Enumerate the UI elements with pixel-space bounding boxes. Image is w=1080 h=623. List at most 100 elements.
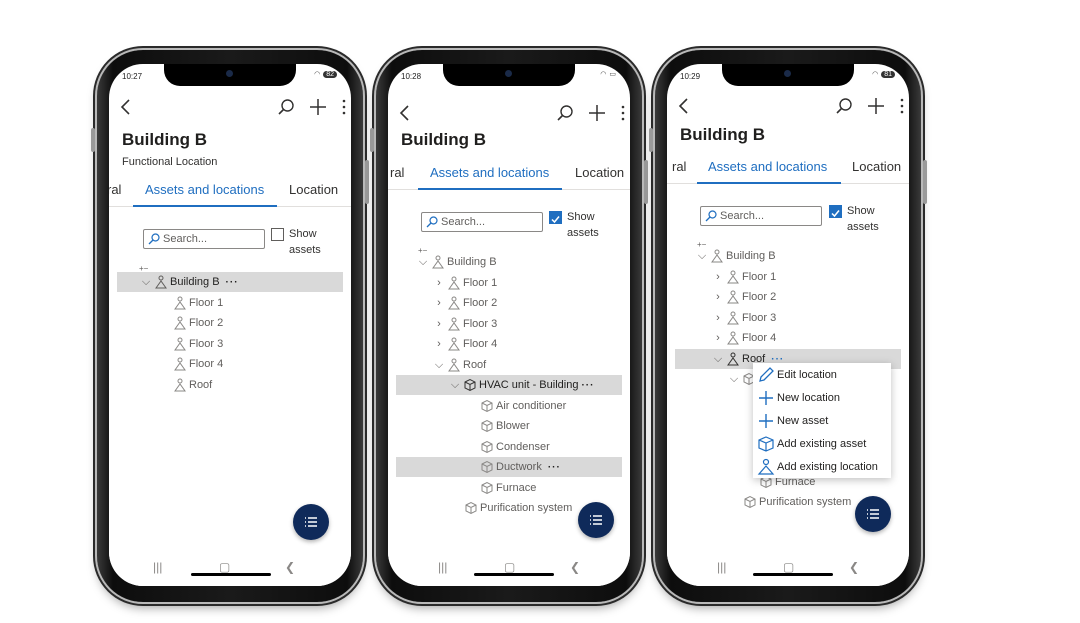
tab-location[interactable]: Location <box>575 165 624 180</box>
recent-apps-icon[interactable]: ||| <box>438 560 447 574</box>
tab-location[interactable]: Location <box>289 182 338 197</box>
back-button[interactable] <box>677 97 689 120</box>
more-options-icon[interactable]: ··· <box>581 380 594 391</box>
tree-row-label: Furnace <box>496 482 537 494</box>
tree-row[interactable]: › Floor 4 <box>396 334 622 354</box>
chevron-down-icon[interactable]: ⌵ <box>418 256 428 269</box>
box-icon <box>744 495 756 509</box>
tab-assets-and-locations[interactable]: Assets and locations <box>145 182 264 197</box>
tree-row-label: Floor 1 <box>189 297 224 309</box>
tab-location[interactable]: Location <box>852 159 901 174</box>
android-navbar: ||| ▢ ❮ <box>667 550 909 586</box>
chevron-right-icon[interactable]: › <box>713 271 723 283</box>
box-icon <box>464 378 476 392</box>
list-fab-button[interactable] <box>293 504 329 540</box>
tree-row[interactable]: Floor 1 <box>117 293 343 313</box>
chevron-right-icon[interactable]: › <box>434 297 444 309</box>
more-vertical-icon[interactable] <box>341 98 347 121</box>
chevron-right-icon[interactable]: › <box>713 312 723 324</box>
tree-row[interactable]: ⌵ Building B ··· <box>117 272 343 292</box>
chevron-down-icon[interactable]: ⌵ <box>729 373 739 386</box>
menu-item-new-location[interactable]: New location <box>753 386 891 409</box>
tab-general[interactable]: ral <box>109 182 121 197</box>
list-fab-button[interactable] <box>855 496 891 532</box>
chevron-right-icon[interactable]: › <box>713 332 723 344</box>
home-icon[interactable]: ▢ <box>504 560 515 574</box>
nav-back-icon[interactable]: ❮ <box>285 560 295 574</box>
tree-row[interactable]: Furnace <box>396 478 622 498</box>
tree-row[interactable]: Condenser <box>396 437 622 457</box>
home-icon[interactable]: ▢ <box>783 560 794 574</box>
tab-bar: ral Assets and locations Location <box>667 153 909 184</box>
notch <box>443 64 575 86</box>
search-icon[interactable] <box>277 98 295 121</box>
tree-row[interactable]: Floor 2 <box>117 313 343 333</box>
chevron-down-icon[interactable]: ⌵ <box>697 250 707 263</box>
add-icon[interactable] <box>867 97 885 120</box>
home-icon[interactable]: ▢ <box>219 560 230 574</box>
tree-row[interactable]: ⌵ Roof <box>396 355 622 375</box>
tree-row[interactable]: ⌵ Building B <box>675 246 901 266</box>
search-icon[interactable] <box>835 97 853 120</box>
more-options-icon[interactable]: ··· <box>548 462 561 473</box>
search-input[interactable]: Search... <box>700 206 822 226</box>
more-vertical-icon[interactable] <box>620 104 626 127</box>
nav-back-icon[interactable]: ❮ <box>849 560 859 574</box>
search-input[interactable]: Search... <box>143 229 265 249</box>
chevron-right-icon[interactable]: › <box>434 338 444 350</box>
tree-row[interactable]: Blower <box>396 416 622 436</box>
chevron-down-icon[interactable]: ⌵ <box>713 353 723 366</box>
screen: 10:27 ◠ 82 Building B Functional Location… <box>109 64 351 586</box>
tree-row[interactable]: › Floor 2 <box>675 287 901 307</box>
tree-row[interactable]: ⌵ HVAC unit - Building ··· <box>396 375 622 395</box>
tab-general[interactable]: ral <box>672 159 686 174</box>
show-assets-checkbox[interactable] <box>271 228 284 241</box>
chevron-right-icon[interactable]: › <box>713 291 723 303</box>
recent-apps-icon[interactable]: ||| <box>717 560 726 574</box>
status-icons: ◠ 82 <box>314 70 337 78</box>
tab-assets-and-locations[interactable]: Assets and locations <box>430 165 549 180</box>
more-options-icon[interactable]: ··· <box>226 277 239 288</box>
add-icon[interactable] <box>588 104 606 127</box>
tree-row[interactable]: ⌵ Building B <box>396 252 622 272</box>
back-button[interactable] <box>398 104 410 127</box>
more-vertical-icon[interactable] <box>899 97 905 120</box>
tree-row[interactable]: › Floor 4 <box>675 328 901 348</box>
tree-row[interactable]: Floor 3 <box>117 334 343 354</box>
chevron-down-icon[interactable]: ⌵ <box>450 379 460 392</box>
tree-row[interactable]: Ductwork ··· <box>396 457 622 477</box>
tree-row-label: Floor 2 <box>189 317 224 329</box>
tab-assets-and-locations[interactable]: Assets and locations <box>708 159 827 174</box>
tree-row[interactable]: › Floor 2 <box>396 293 622 313</box>
search-input[interactable]: Search... <box>421 212 543 232</box>
show-assets-checkbox[interactable] <box>829 205 842 218</box>
tree-row[interactable]: Air conditioner <box>396 396 622 416</box>
recent-apps-icon[interactable]: ||| <box>153 560 162 574</box>
chevron-right-icon[interactable]: › <box>434 318 444 330</box>
chevron-down-icon[interactable]: ⌵ <box>141 276 151 289</box>
plus-icon <box>759 390 773 405</box>
menu-item-add-existing-asset[interactable]: Add existing asset <box>753 432 891 455</box>
tree-row[interactable]: › Floor 3 <box>675 308 901 328</box>
tree-row[interactable]: › Floor 1 <box>396 273 622 293</box>
tree-row[interactable]: › Floor 1 <box>675 267 901 287</box>
menu-item-add-existing-location[interactable]: Add existing location <box>753 455 891 478</box>
nav-back-icon[interactable]: ❮ <box>570 560 580 574</box>
menu-item-new-asset[interactable]: New asset <box>753 409 891 432</box>
active-tab-indicator <box>697 182 841 184</box>
plus-icon <box>759 413 773 428</box>
add-icon[interactable] <box>309 98 327 121</box>
tab-general[interactable]: ral <box>390 165 404 180</box>
tree-row[interactable]: Floor 4 <box>117 354 343 374</box>
show-assets-checkbox[interactable] <box>549 211 562 224</box>
tree-row[interactable]: › Floor 3 <box>396 314 622 334</box>
back-button[interactable] <box>119 98 131 121</box>
menu-item-edit-location[interactable]: Edit location <box>753 363 891 386</box>
list-fab-button[interactable] <box>578 502 614 538</box>
tree-row[interactable]: Roof <box>117 375 343 395</box>
search-icon[interactable] <box>556 104 574 127</box>
location-person-icon <box>174 378 186 392</box>
location-person-icon <box>727 290 739 304</box>
chevron-right-icon[interactable]: › <box>434 277 444 289</box>
chevron-down-icon[interactable]: ⌵ <box>434 359 444 372</box>
